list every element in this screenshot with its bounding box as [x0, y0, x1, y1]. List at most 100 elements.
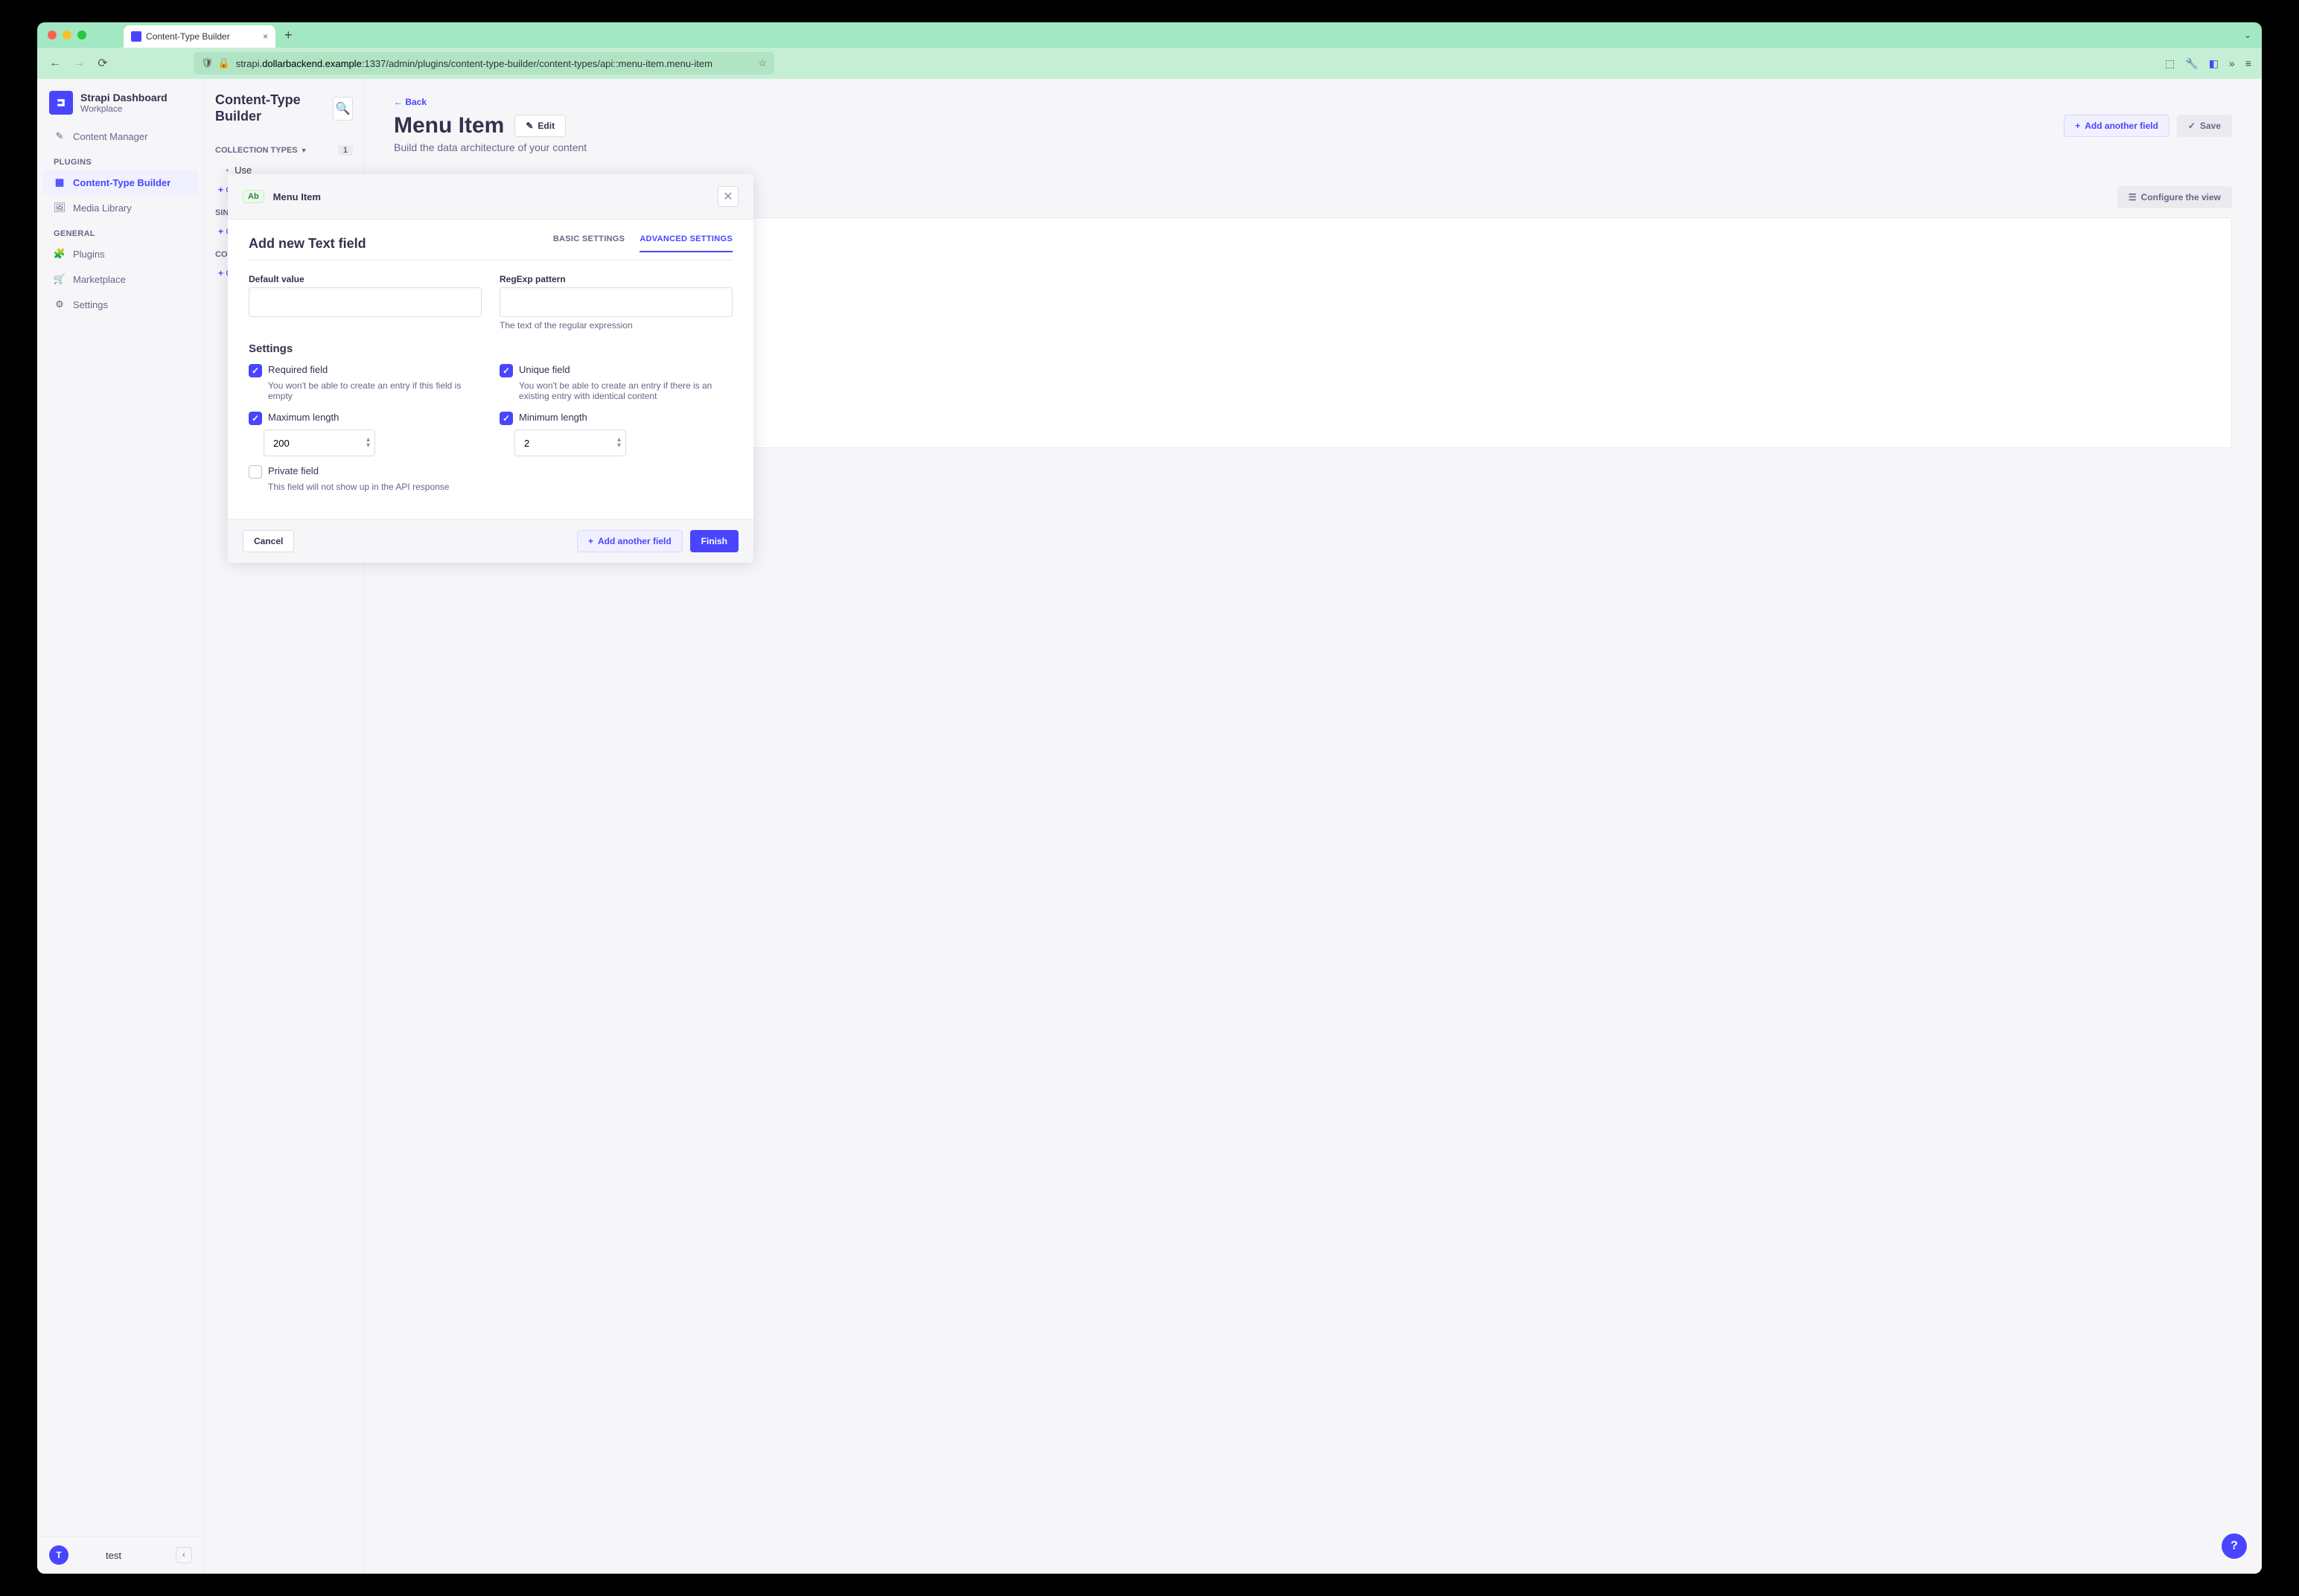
browser-window: Content-Type Builder × + ⌄ ← → ⟳ 🛡 🔒 str… — [37, 22, 2262, 1574]
max-length-checkbox[interactable] — [249, 412, 262, 425]
private-label: Private field — [268, 465, 319, 476]
modal-header-title: Menu Item — [273, 191, 321, 202]
url-prefix: strapi. — [236, 58, 262, 69]
sidebar-item-label: Marketplace — [73, 274, 126, 285]
page-title: Menu Item — [394, 113, 504, 138]
collection-count-badge: 1 — [338, 145, 353, 156]
back-icon[interactable]: ← — [48, 57, 63, 70]
settings-section-title: Settings — [249, 342, 733, 355]
strapi-logo-icon — [49, 91, 73, 115]
tab-advanced-settings[interactable]: ADVANCED SETTINGS — [640, 234, 733, 252]
extension-icon[interactable]: ◧ — [2209, 57, 2219, 70]
max-length-label: Maximum length — [268, 412, 339, 423]
cart-icon: 🛒 — [54, 273, 66, 285]
pencil-icon: ✎ — [54, 130, 66, 142]
search-button[interactable]: 🔍 — [333, 97, 353, 121]
close-modal-button[interactable]: ✕ — [718, 186, 739, 207]
overflow-icon[interactable]: » — [2229, 57, 2235, 69]
shield-icon[interactable]: 🛡 — [201, 57, 214, 69]
min-length-checkbox[interactable] — [500, 412, 513, 425]
sidebar-item-marketplace[interactable]: 🛒 Marketplace — [37, 266, 204, 292]
back-link[interactable]: ← Back — [394, 97, 2232, 107]
plus-icon: + — [2075, 121, 2080, 131]
finish-button[interactable]: Finish — [690, 530, 739, 552]
sidebar-item-ctb[interactable]: ▦ Content-Type Builder — [43, 170, 198, 195]
titlebar: Content-Type Builder × + ⌄ — [37, 22, 2262, 48]
sidebar-item-label: Media Library — [73, 202, 132, 214]
modal-footer: Cancel +Add another field Finish — [228, 519, 753, 563]
close-window-icon[interactable] — [48, 31, 57, 39]
minimize-window-icon[interactable] — [63, 31, 71, 39]
regexp-input[interactable] — [500, 287, 733, 317]
unique-hint: You won't be able to create an entry if … — [519, 380, 733, 401]
url-bar[interactable]: 🛡 🔒 strapi.dollarbackend.example:1337/ad… — [194, 52, 774, 74]
url-rest: :1337/admin/plugins/content-type-builder… — [362, 58, 712, 69]
min-length-label: Minimum length — [519, 412, 587, 423]
text-field-badge: Ab — [243, 190, 264, 203]
collapse-sidebar-button[interactable]: ‹ — [176, 1547, 192, 1563]
close-icon: ✕ — [723, 189, 733, 204]
browser-toolbar: ← → ⟳ 🛡 🔒 strapi.dollarbackend.example:1… — [37, 48, 2262, 79]
sidebar-item-label: Settings — [73, 299, 108, 310]
sidebar-footer: T test ‹ — [37, 1536, 204, 1574]
tab-basic-settings[interactable]: BASIC SETTINGS — [553, 234, 625, 252]
sidebar: Strapi Dashboard Workplace ✎ Content Man… — [37, 79, 205, 1574]
reload-icon[interactable]: ⟳ — [95, 56, 110, 71]
devtools-icon[interactable]: 🔧 — [2185, 57, 2198, 70]
check-icon: ✓ — [2188, 121, 2196, 131]
min-length-input[interactable]: 2 ▴▾ — [514, 430, 626, 456]
plus-icon: + — [588, 536, 593, 546]
configure-view-button[interactable]: ☰Configure the view — [2117, 186, 2232, 208]
puzzle-icon: 🧩 — [54, 248, 66, 260]
default-value-input[interactable] — [249, 287, 482, 317]
sidebar-item-plugins[interactable]: 🧩 Plugins — [37, 241, 204, 266]
avatar[interactable]: T — [49, 1545, 68, 1565]
tabs-dropdown-icon[interactable]: ⌄ — [2244, 30, 2251, 40]
sidebar-header: Strapi Dashboard Workplace — [37, 79, 204, 124]
required-label: Required field — [268, 364, 328, 375]
list-icon: ☰ — [2129, 192, 2137, 202]
menu-icon[interactable]: ≡ — [2245, 57, 2251, 69]
sidebar-section-general: GENERAL — [37, 220, 204, 241]
required-checkbox[interactable] — [249, 364, 262, 377]
regexp-label: RegExp pattern — [500, 274, 733, 284]
sidebar-item-content-manager[interactable]: ✎ Content Manager — [37, 124, 204, 149]
image-icon: 🖼 — [54, 202, 66, 214]
maximize-window-icon[interactable] — [77, 31, 86, 39]
sidebar-section-plugins: PLUGINS — [37, 149, 204, 170]
sidebar-item-label: Content-Type Builder — [73, 177, 170, 188]
app-shell: Strapi Dashboard Workplace ✎ Content Man… — [37, 79, 2262, 1574]
cancel-button[interactable]: Cancel — [243, 530, 294, 552]
private-checkbox[interactable] — [249, 465, 262, 479]
pocket-icon[interactable]: ⬚ — [2165, 57, 2175, 70]
tab-close-icon[interactable]: × — [263, 31, 268, 42]
tab-title: Content-Type Builder — [146, 31, 230, 42]
sidebar-item-media[interactable]: 🖼 Media Library — [37, 195, 204, 220]
help-button[interactable]: ? — [2222, 1533, 2247, 1559]
stepper-icon[interactable]: ▴▾ — [617, 437, 621, 449]
browser-tab[interactable]: Content-Type Builder × — [124, 25, 275, 48]
unique-label: Unique field — [519, 364, 570, 375]
sidebar-item-label: Plugins — [73, 249, 105, 260]
lock-warning-icon[interactable]: 🔒 — [218, 57, 230, 69]
bookmark-icon[interactable]: ☆ — [758, 57, 767, 69]
app-subtitle: Workplace — [80, 103, 168, 114]
max-length-input[interactable]: 200 ▴▾ — [264, 430, 375, 456]
window-controls — [48, 31, 86, 39]
add-field-button[interactable]: +Add another field — [2064, 115, 2169, 137]
default-value-label: Default value — [249, 274, 482, 284]
new-tab-button[interactable]: + — [284, 28, 293, 43]
add-another-field-button[interactable]: +Add another field — [577, 530, 683, 552]
search-icon: 🔍 — [336, 101, 351, 116]
modal-title: Add new Text field — [249, 236, 366, 252]
url-domain: dollarbackend.example — [262, 58, 362, 69]
unique-checkbox[interactable] — [500, 364, 513, 377]
stepper-icon[interactable]: ▴▾ — [366, 437, 370, 449]
private-hint: This field will not show up in the API r… — [268, 482, 482, 492]
edit-button[interactable]: ✎Edit — [514, 115, 566, 137]
collection-types-header[interactable]: COLLECTION TYPES ▼ 1 — [215, 136, 353, 160]
forward-icon[interactable]: → — [71, 57, 86, 70]
panel-title: Content-Type Builder — [215, 92, 327, 124]
sidebar-item-settings[interactable]: ⚙ Settings — [37, 292, 204, 317]
save-button[interactable]: ✓Save — [2177, 115, 2232, 137]
